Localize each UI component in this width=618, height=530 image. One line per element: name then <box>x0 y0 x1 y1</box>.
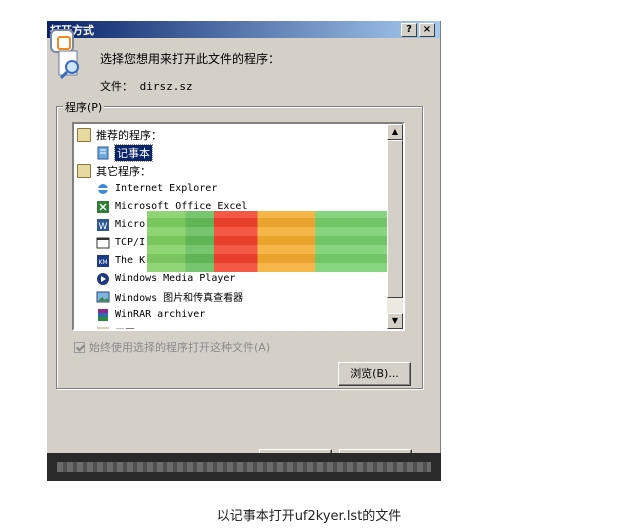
list-item[interactable]: TCP/I <box>96 234 145 251</box>
list-item[interactable]: KM The K <box>96 252 145 269</box>
folder-icon <box>77 127 91 142</box>
list-item-label: TCP/I <box>115 237 146 248</box>
media-player-icon <box>96 272 110 286</box>
image-caption: 以记事本打开uf2kyer.lst的文件 <box>216 509 402 524</box>
notepad-icon <box>96 146 110 160</box>
list-item-label: WinRAR archiver <box>115 309 206 320</box>
internet-explorer-icon <box>96 182 110 196</box>
list-item[interactable]: W Micro <box>96 216 145 233</box>
list-item-label: Micro <box>115 219 146 230</box>
paint-icon <box>96 326 110 329</box>
list-item-label: 画图 <box>115 325 135 329</box>
list-item[interactable]: Windows Media Player <box>96 270 235 287</box>
file-name-label: 文件： dirsz.sz <box>100 80 193 93</box>
list-item-label: 记事本 <box>114 143 153 162</box>
folder-icon <box>77 163 91 178</box>
winrar-icon <box>96 308 110 322</box>
list-item[interactable]: WinRAR archiver <box>96 306 205 323</box>
help-button[interactable]: ? <box>401 23 417 37</box>
excel-icon <box>96 200 110 214</box>
picture-viewer-icon <box>96 290 110 304</box>
scroll-down-button[interactable]: ▼ <box>387 313 403 329</box>
obscured-bottom-strip <box>47 453 441 481</box>
kmplayer-icon: KM <box>96 254 110 268</box>
checkbox-box[interactable] <box>74 341 85 353</box>
svg-text:KM: KM <box>98 259 107 266</box>
dialog-prompt: 选择您想用来打开此文件的程序： <box>100 52 281 66</box>
list-item-label: Windows Media Player <box>115 273 236 284</box>
word-icon: W <box>96 218 110 232</box>
scroll-up-button[interactable]: ▲ <box>387 124 403 140</box>
category-other[interactable]: 其它程序： <box>77 162 151 179</box>
category-label: 推荐的程序： <box>96 128 162 142</box>
file-search-icon <box>58 50 79 80</box>
list-item[interactable]: 画图 <box>96 324 135 329</box>
list-item-label: Windows 图片和传真查看器 <box>115 293 244 304</box>
list-scrollbar[interactable]: ▲ ▼ <box>387 124 403 329</box>
svg-text:W: W <box>99 222 108 232</box>
obscured-region <box>147 211 387 272</box>
always-use-label: 始终使用选择的程序打开这种文件(A) <box>89 341 271 354</box>
title-bar[interactable]: 打开方式 ? × <box>47 21 440 38</box>
browse-button[interactable]: 浏览(B)... <box>338 362 411 386</box>
list-item-label: Internet Explorer <box>115 183 218 194</box>
list-item[interactable]: Internet Explorer <box>96 180 217 197</box>
category-label: 其它程序： <box>96 164 151 178</box>
close-button[interactable]: × <box>419 23 435 37</box>
scroll-thumb[interactable] <box>387 140 403 298</box>
programs-group-label: 程序(P) <box>63 99 105 115</box>
always-use-checkbox[interactable]: 始终使用选择的程序打开这种文件(A) <box>74 339 270 355</box>
window-icon <box>96 236 110 250</box>
category-recommended[interactable]: 推荐的程序： <box>77 126 162 143</box>
list-item-label: The K <box>115 255 146 266</box>
list-item-notepad[interactable]: 记事本 <box>96 143 153 162</box>
list-item[interactable]: Windows 图片和传真查看器 <box>96 288 243 305</box>
